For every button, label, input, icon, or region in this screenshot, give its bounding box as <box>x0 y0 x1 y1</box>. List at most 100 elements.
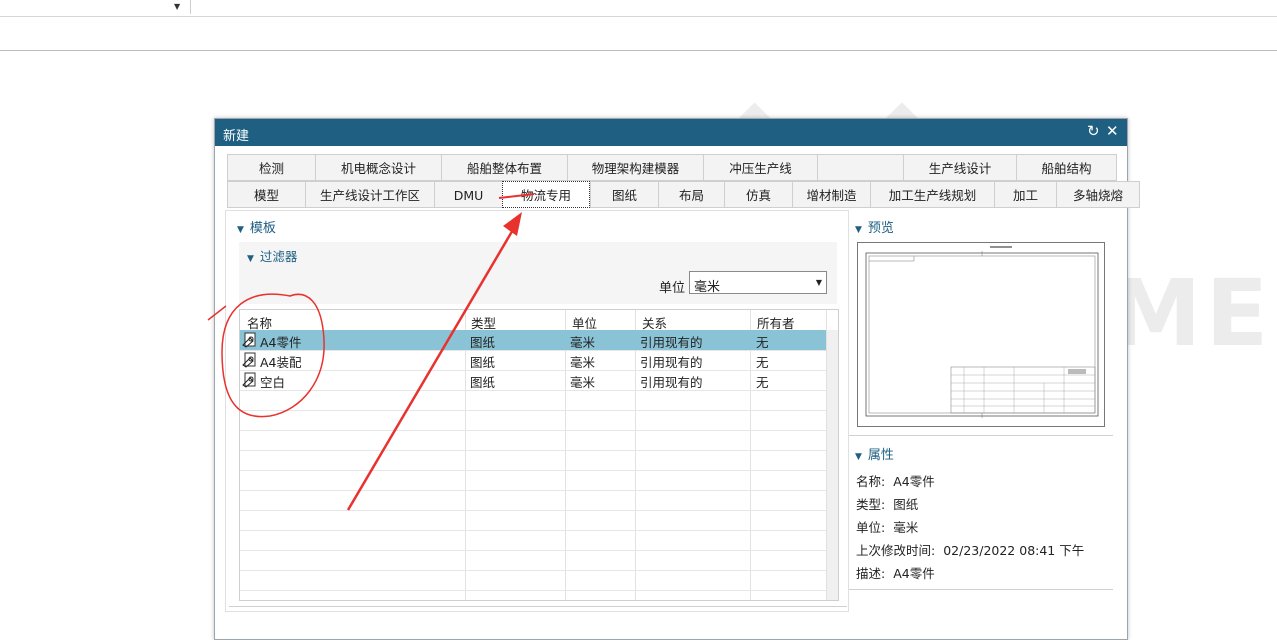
table-row-empty <box>240 530 826 551</box>
property-row: 描述: A4零件 <box>856 563 935 582</box>
chevron-down-icon[interactable]: ▼ <box>816 278 822 287</box>
tab-layout[interactable]: 布局 <box>658 181 724 208</box>
property-row: 单位: 毫米 <box>856 517 918 536</box>
ribbon-divider <box>0 50 1277 51</box>
property-key: 类型: <box>856 497 886 512</box>
collapse-triangle-icon[interactable]: ▼ <box>855 452 862 462</box>
tab-simulation[interactable]: 仿真 <box>724 181 792 208</box>
tab-machining[interactable]: 加工 <box>994 181 1056 208</box>
preview-section-title: 预览 <box>867 221 894 236</box>
template-section-title: 模板 <box>249 221 276 236</box>
drawing-template-icon <box>242 332 256 348</box>
properties-section-header[interactable]: ▼ 属性 <box>855 444 894 463</box>
unit-select[interactable]: 毫米 ▼ <box>689 271 827 295</box>
cell-relation: 引用现有的 <box>640 335 703 350</box>
properties-section-title: 属性 <box>867 448 894 463</box>
property-value: 图纸 <box>893 497 919 512</box>
property-row: 类型: 图纸 <box>856 494 918 513</box>
property-key: 上次修改时间: <box>856 543 936 558</box>
cell-owner: 无 <box>756 355 769 370</box>
property-key: 单位: <box>856 520 886 535</box>
table-row-empty <box>240 430 826 451</box>
tab-row-2: 模型 生产线设计工作区 DMU 物流专用 图纸 布局 仿真 增材制造 加工生产线… <box>227 181 1140 208</box>
property-value: 毫米 <box>893 520 919 535</box>
section-divider <box>849 435 1113 436</box>
cell-relation: 引用现有的 <box>640 375 703 390</box>
table-row-empty <box>240 490 826 511</box>
table-row-empty <box>240 470 826 491</box>
filter-section-header[interactable]: ▼ 过滤器 <box>247 246 297 265</box>
drawing-preview <box>857 242 1105 427</box>
collapse-triangle-icon[interactable]: ▼ <box>247 254 254 264</box>
cell-name: A4装配 <box>260 355 302 370</box>
cell-name: A4零件 <box>260 335 302 350</box>
unit-select-value: 毫米 <box>694 280 721 295</box>
property-key: 描述: <box>856 566 886 581</box>
tab-ship-layout[interactable]: 船舶整体布置 <box>441 154 567 181</box>
cell-type: 图纸 <box>470 355 496 370</box>
cell-owner: 无 <box>756 335 769 350</box>
close-icon[interactable]: ✕ <box>1106 122 1119 140</box>
template-section-header[interactable]: ▼ 模板 <box>237 217 276 236</box>
refresh-icon[interactable]: ↻ <box>1087 122 1100 140</box>
table-row-empty <box>240 390 826 411</box>
table-row[interactable]: A4装配 图纸 毫米 引用现有的 无 <box>240 350 826 371</box>
cell-unit: 毫米 <box>570 375 596 390</box>
dropdown-arrow-icon[interactable]: ▼ <box>174 2 180 11</box>
section-divider <box>849 589 1113 590</box>
toolbar-separator <box>190 0 191 14</box>
new-file-dialog: 新建 ↻ ✕ 检测 机电概念设计 船舶整体布置 物理架构建模器 冲压生产线 生产… <box>214 118 1140 640</box>
table-row[interactable]: A4零件 图纸 毫米 引用现有的 无 <box>240 330 826 351</box>
drawing-template-icon <box>242 372 256 388</box>
table-row-empty <box>240 510 826 531</box>
filter-section-title: 过滤器 <box>259 249 298 264</box>
tab-dmu[interactable]: DMU <box>434 181 502 208</box>
tab-multiaxis[interactable]: 多轴烧熔 <box>1056 181 1140 208</box>
tab-ship-structure[interactable]: 船舶结构 <box>1016 154 1117 181</box>
table-row[interactable]: 空白 图纸 毫米 引用现有的 无 <box>240 370 826 391</box>
preview-section-header[interactable]: ▼ 预览 <box>855 217 894 236</box>
property-value: A4零件 <box>893 566 935 581</box>
property-value: A4零件 <box>893 474 935 489</box>
cell-unit: 毫米 <box>570 355 596 370</box>
tab-stamping-line[interactable]: 冲压生产线 <box>703 154 817 181</box>
cell-relation: 引用现有的 <box>640 355 703 370</box>
tab-line-design-workspace[interactable]: 生产线设计工作区 <box>305 181 434 208</box>
table-header: 名称 类型 单位 关系 所有者 <box>240 310 838 331</box>
table-row-empty <box>240 450 826 471</box>
unit-label: 单位 <box>659 281 686 296</box>
drawing-sheet-thumbnail <box>865 246 1099 418</box>
nx-watermark-text: MEI <box>1110 260 1277 367</box>
table-row-empty <box>240 410 826 431</box>
tab-drawing[interactable]: 图纸 <box>590 181 658 208</box>
property-key: 名称: <box>856 474 886 489</box>
cell-type: 图纸 <box>470 335 496 350</box>
cell-unit: 毫米 <box>570 335 596 350</box>
tab-row-1: 检测 机电概念设计 船舶整体布置 物理架构建模器 冲压生产线 生产线设计 船舶结… <box>227 154 1117 181</box>
table-scrollbar[interactable] <box>826 330 838 600</box>
tab-logistics[interactable]: 物流专用 <box>502 181 590 208</box>
tab-model[interactable]: 模型 <box>227 181 305 208</box>
dialog-titlebar: 新建 ↻ ✕ <box>215 119 1127 146</box>
cell-type: 图纸 <box>470 375 496 390</box>
tab-line-design[interactable]: 生产线设计 <box>903 154 1016 181</box>
drawing-template-icon <box>242 352 256 368</box>
property-row: 上次修改时间: 02/23/2022 08:41 下午 <box>856 540 1084 559</box>
collapse-triangle-icon[interactable]: ▼ <box>237 225 244 235</box>
section-divider <box>229 606 847 607</box>
property-row: 名称: A4零件 <box>856 471 935 490</box>
table-row-empty <box>240 550 826 571</box>
top-toolbar: ▼ <box>0 0 1277 17</box>
collapse-triangle-icon[interactable]: ▼ <box>855 225 862 235</box>
template-table: 名称 类型 单位 关系 所有者 A4零件 图纸 毫米 引用现有的 无 A4装配 … <box>239 309 839 601</box>
tab-empty <box>817 154 903 181</box>
cell-owner: 无 <box>756 375 769 390</box>
tab-additive[interactable]: 增材制造 <box>792 181 870 208</box>
tab-inspection[interactable]: 检测 <box>227 154 315 181</box>
cell-name: 空白 <box>260 375 286 390</box>
tab-mechatronics[interactable]: 机电概念设计 <box>315 154 441 181</box>
tab-machining-line[interactable]: 加工生产线规划 <box>870 181 994 208</box>
property-value: 02/23/2022 08:41 下午 <box>943 543 1085 558</box>
table-row-empty <box>240 570 826 591</box>
tab-physical-architecture[interactable]: 物理架构建模器 <box>567 154 703 181</box>
